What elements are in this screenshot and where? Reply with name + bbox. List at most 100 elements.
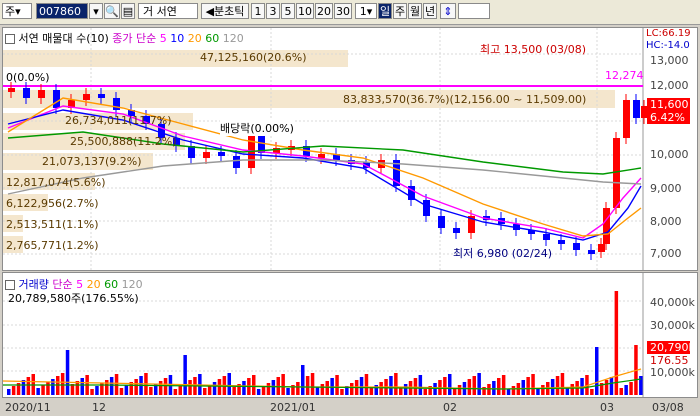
close-box-icon <box>5 34 15 44</box>
volume-bar <box>178 386 182 395</box>
interval-10[interactable]: 10 <box>296 3 314 19</box>
mode-label: 분초틱 <box>214 5 245 18</box>
x-axis-label: 02 <box>443 401 457 414</box>
x-axis-label: 03 <box>600 401 614 414</box>
price-panel-header: 서연 매물대 수(10) 종가 단순 5 10 20 60 120 <box>5 30 244 46</box>
volume-bar <box>364 374 369 395</box>
volume-bar <box>242 381 246 395</box>
interval-5[interactable]: 5 <box>281 3 295 19</box>
volume-bar <box>614 291 619 395</box>
volume-bar <box>448 374 452 395</box>
candle-body <box>438 216 445 228</box>
volume-bar <box>501 375 506 395</box>
volume-profile-label: 83,833,570(36.7%)(12,156.00 ~ 11,509.00) <box>343 93 587 106</box>
volume-axis-tick: 10,000k <box>650 366 695 379</box>
interval-3[interactable]: 3 <box>266 3 280 19</box>
volume-bar <box>433 383 437 395</box>
price-axis-tick: 12,000 <box>650 79 689 92</box>
volume-bar <box>619 388 623 395</box>
volume-bar <box>203 388 207 395</box>
volume-bar <box>506 389 511 395</box>
candle-body <box>588 250 595 254</box>
candle-body <box>558 240 565 244</box>
volume-bar <box>21 380 26 395</box>
volume-profile-label: 21,073,137(9.2%) <box>42 155 142 168</box>
interval-30[interactable]: 30 <box>334 3 352 19</box>
volume-bar <box>423 389 427 395</box>
interval-20[interactable]: 20 <box>315 3 333 19</box>
volume-axis-tick: 30,000k <box>650 319 695 332</box>
low-price-annotation: 최저 6,980 (02/24) <box>453 247 553 260</box>
period-week[interactable]: 주 <box>393 3 407 19</box>
interval-1[interactable]: 1 <box>251 3 265 19</box>
lc-indicator: LC:66.19 <box>646 28 691 39</box>
volume-bar <box>379 382 383 395</box>
volume-bar <box>418 375 423 395</box>
volume-bar <box>168 375 173 395</box>
volume-bar <box>511 386 516 395</box>
volume-bar <box>256 389 261 395</box>
stock-code-input[interactable]: 007860 <box>36 3 88 19</box>
close-box-icon <box>5 280 15 290</box>
price-axis-tick: 9,000 <box>650 182 682 195</box>
volume-bar <box>95 386 99 395</box>
volume-bar <box>467 379 472 395</box>
volume-bar <box>252 375 256 395</box>
candle-body <box>38 90 45 98</box>
scroll-updown-button[interactable]: ⇕ <box>440 3 456 19</box>
market-select[interactable]: 주▾ <box>2 3 32 19</box>
candle-body <box>188 146 195 158</box>
price-panel-title: 서연 매물대 수(10) <box>18 32 109 45</box>
candle-body <box>83 94 90 100</box>
volume-bar <box>286 388 290 395</box>
period-day[interactable]: 일 <box>378 3 392 19</box>
company-name-prefix: 거 <box>143 5 157 18</box>
period-year[interactable]: 년 <box>423 3 437 19</box>
volume-bar <box>7 389 11 395</box>
volume-bar <box>188 380 192 395</box>
ma-indicator-label: 종가 단순 <box>112 32 157 45</box>
ma-10-label: 10 <box>170 32 185 45</box>
code-dropdown-button[interactable]: ▾ <box>89 3 103 19</box>
count-input[interactable]: 1▾ <box>355 3 377 19</box>
candle-body <box>53 90 60 108</box>
candle-body <box>573 243 580 250</box>
price-chart-canvas <box>3 28 648 270</box>
volume-bar <box>119 388 124 395</box>
volume-bar <box>124 385 129 395</box>
menu-icon: ▤ <box>122 5 134 18</box>
volume-bar <box>570 384 574 395</box>
volume-bar <box>604 380 609 395</box>
company-name: 거 서연 <box>138 3 198 19</box>
toolbar: 주▾ 007860 ▾ 🔍 ▤ 거 서연 ◀분초틱 1 3 5 10 20 30… <box>0 0 700 25</box>
volume-bar <box>310 373 315 395</box>
volume-bar <box>266 383 271 395</box>
option-button[interactable]: ▤ <box>121 3 135 19</box>
volume-bar <box>46 382 50 395</box>
volume-bar <box>60 373 65 395</box>
ma-20-label: 20 <box>187 32 202 45</box>
dividend-annotation: 배당락(0.00%) <box>220 120 294 136</box>
volume-profile-label: 12,817,074(5.6%) <box>6 176 106 189</box>
candle-body <box>8 88 15 92</box>
mode-button[interactable]: ◀분초틱 <box>201 3 249 19</box>
period-month[interactable]: 월 <box>408 3 422 19</box>
volume-bar <box>271 380 276 395</box>
price-axis-tick: 8,000 <box>650 215 682 228</box>
search-button[interactable]: 🔍 <box>104 3 120 19</box>
extra-input[interactable] <box>458 3 490 19</box>
ma-5-label: 5 <box>159 32 167 45</box>
x-axis-label: 2020/11 <box>5 401 51 414</box>
volume-profile-label: 47,125,160(20.6%) <box>200 51 307 64</box>
chevron-down-icon: ▾ <box>93 5 99 18</box>
volume-bar <box>443 377 447 395</box>
current-pct-badge: 6.42% <box>647 111 690 124</box>
hc-indicator: HC:-14.0 <box>646 40 690 51</box>
volume-bar <box>531 374 535 395</box>
volume-bar <box>492 381 496 395</box>
volume-bar <box>590 389 594 395</box>
volume-bar <box>158 381 163 395</box>
volume-bar <box>389 376 393 395</box>
x-axis-label: 2021/01 <box>270 401 316 414</box>
last-volume-label: 20,789,580주(176.55%) <box>8 292 139 305</box>
